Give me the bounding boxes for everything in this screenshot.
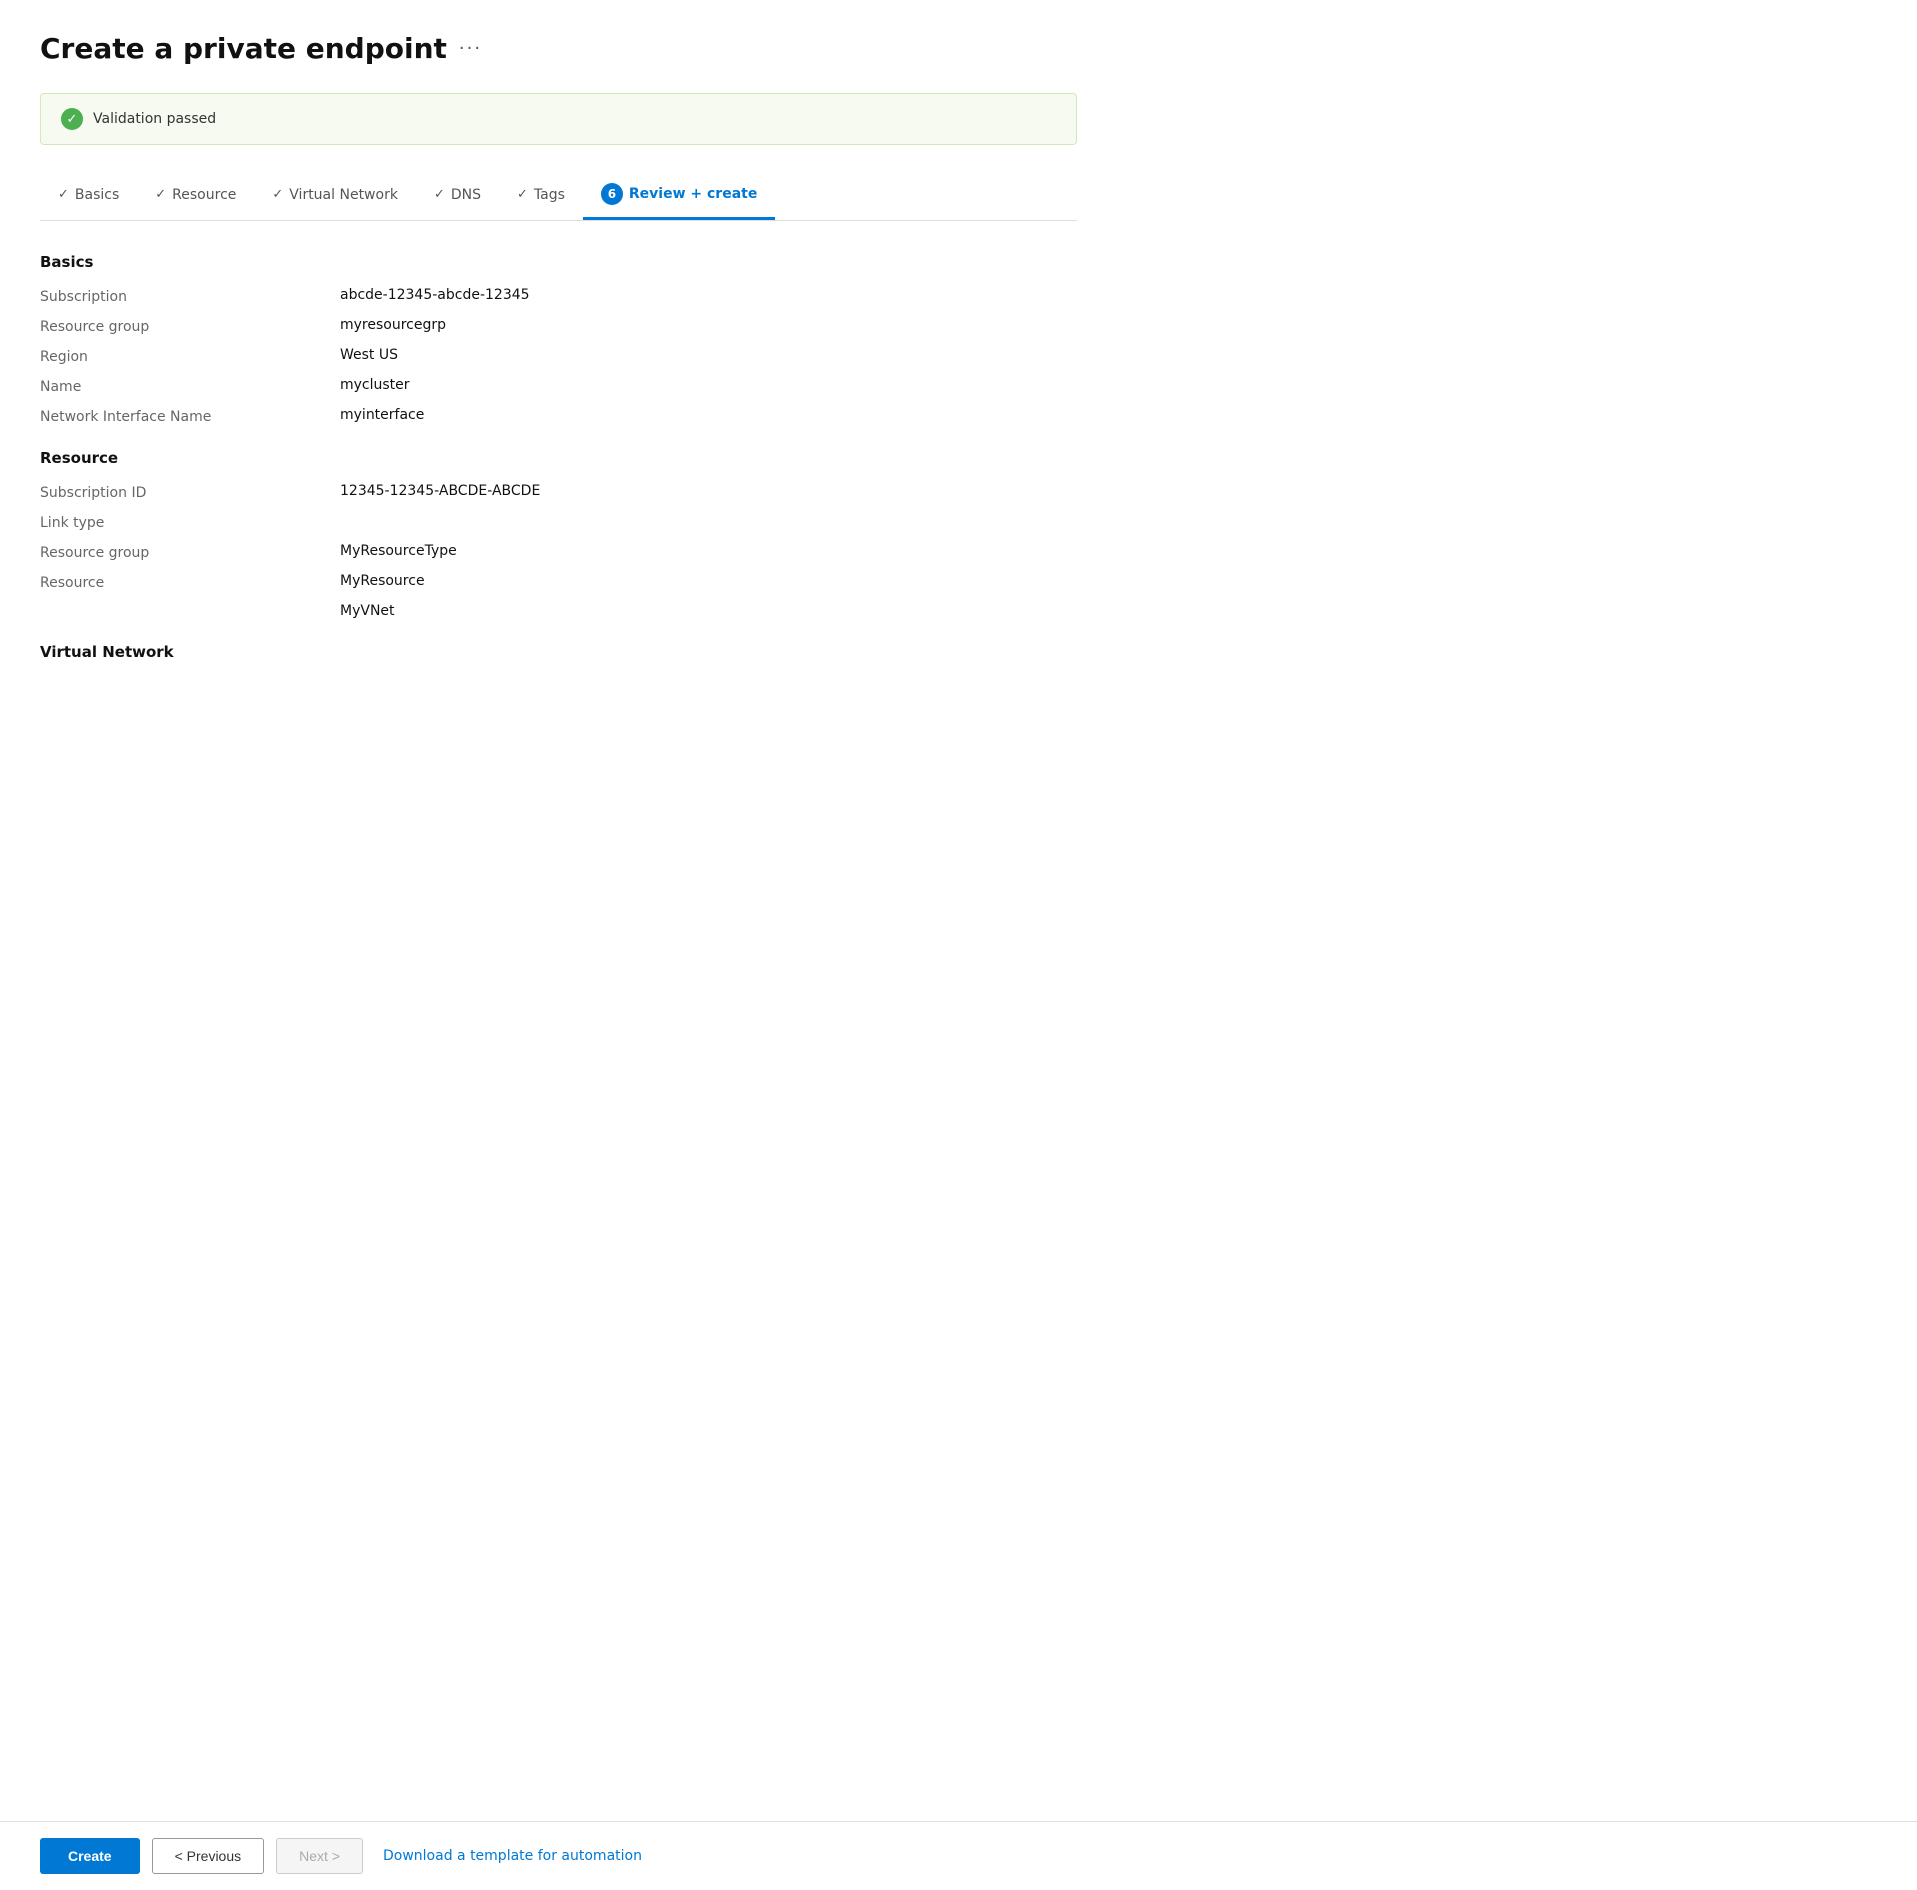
- field-region-label: Region: [40, 347, 340, 365]
- field-subscription-label: Subscription: [40, 287, 340, 305]
- field-resource-value: MyResource: [340, 573, 425, 589]
- validation-text: Validation passed: [93, 111, 216, 127]
- previous-button[interactable]: < Previous: [152, 1838, 265, 1874]
- resource-section-title: Resource: [40, 449, 1077, 467]
- virtual-network-section-title: Virtual Network: [40, 643, 1077, 661]
- tab-dns-check: ✓: [434, 187, 445, 202]
- tab-virtual-network[interactable]: ✓ Virtual Network: [254, 177, 416, 217]
- tab-review-create[interactable]: 6 Review + create: [583, 173, 775, 220]
- field-name-label: Name: [40, 377, 340, 395]
- field-vnet-label: [40, 603, 340, 605]
- tab-resource[interactable]: ✓ Resource: [137, 177, 254, 217]
- tab-virtual-network-label: Virtual Network: [289, 187, 398, 203]
- field-subscription-id-value: 12345-12345-ABCDE-ABCDE: [340, 483, 540, 499]
- field-region-value: West US: [340, 347, 398, 363]
- bottom-bar: Create < Previous Next > Download a temp…: [0, 1821, 1917, 1890]
- download-template-link[interactable]: Download a template for automation: [383, 1848, 642, 1864]
- tab-review-create-badge: 6: [601, 183, 623, 205]
- field-vnet: MyVNet: [40, 603, 1077, 619]
- tab-basics-label: Basics: [75, 187, 119, 203]
- field-resource-group-value: myresourcegrp: [340, 317, 446, 333]
- field-network-interface-name-label: Network Interface Name: [40, 407, 340, 425]
- create-button[interactable]: Create: [40, 1838, 140, 1874]
- tab-virtual-network-check: ✓: [272, 187, 283, 202]
- field-resource-label: Resource: [40, 573, 340, 591]
- field-resource-group: Resource group myresourcegrp: [40, 317, 1077, 335]
- field-subscription-value: abcde-12345-abcde-12345: [340, 287, 530, 303]
- content-area: Basics Subscription abcde-12345-abcde-12…: [40, 253, 1077, 661]
- field-resource-resource-group: Resource group MyResourceType: [40, 543, 1077, 561]
- field-subscription-id: Subscription ID 12345-12345-ABCDE-ABCDE: [40, 483, 1077, 501]
- tab-review-create-label: Review + create: [629, 186, 757, 202]
- tab-resource-check: ✓: [155, 187, 166, 202]
- field-network-interface-name: Network Interface Name myinterface: [40, 407, 1077, 425]
- tab-dns-label: DNS: [451, 187, 481, 203]
- field-subscription-id-label: Subscription ID: [40, 483, 340, 501]
- field-resource-group-label: Resource group: [40, 317, 340, 335]
- field-resource-resource-group-value: MyResourceType: [340, 543, 457, 559]
- field-resource-resource-group-label: Resource group: [40, 543, 340, 561]
- validation-banner: Validation passed: [40, 93, 1077, 145]
- validation-check-icon: [61, 108, 83, 130]
- tab-tags[interactable]: ✓ Tags: [499, 177, 583, 217]
- tab-tags-check: ✓: [517, 187, 528, 202]
- tab-basics[interactable]: ✓ Basics: [40, 177, 137, 217]
- tab-tags-label: Tags: [534, 187, 565, 203]
- tab-basics-check: ✓: [58, 187, 69, 202]
- ellipsis-menu[interactable]: ···: [459, 38, 482, 59]
- tab-resource-label: Resource: [172, 187, 236, 203]
- field-resource: Resource MyResource: [40, 573, 1077, 591]
- page-title: Create a private endpoint: [40, 32, 447, 65]
- next-button: Next >: [276, 1838, 363, 1874]
- tab-dns[interactable]: ✓ DNS: [416, 177, 499, 217]
- tabs-nav: ✓ Basics ✓ Resource ✓ Virtual Network ✓ …: [40, 173, 1077, 221]
- field-name-value: mycluster: [340, 377, 410, 393]
- field-subscription: Subscription abcde-12345-abcde-12345: [40, 287, 1077, 305]
- field-link-type-label: Link type: [40, 513, 340, 531]
- field-name: Name mycluster: [40, 377, 1077, 395]
- basics-section-title: Basics: [40, 253, 1077, 271]
- field-network-interface-name-value: myinterface: [340, 407, 424, 423]
- field-vnet-value: MyVNet: [340, 603, 395, 619]
- field-link-type: Link type: [40, 513, 1077, 531]
- field-region: Region West US: [40, 347, 1077, 365]
